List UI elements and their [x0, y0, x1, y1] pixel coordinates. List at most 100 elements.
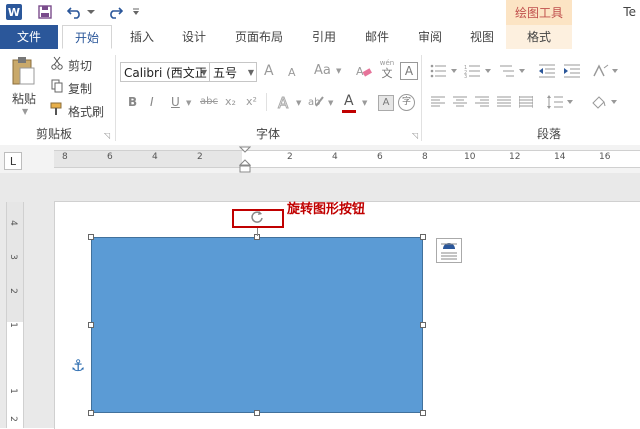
ruler-number: 2: [287, 152, 293, 162]
svg-text:A: A: [356, 65, 364, 78]
resize-handle-left[interactable]: [88, 322, 94, 328]
ruler-number: 4: [7, 220, 18, 226]
layout-options-button[interactable]: [436, 238, 462, 263]
ruler-number: 1: [7, 322, 18, 328]
justify-icon[interactable]: [496, 95, 512, 109]
paste-icon[interactable]: [8, 55, 38, 87]
tab-home[interactable]: 开始: [62, 25, 112, 49]
ruler-number: 1: [7, 388, 18, 394]
font-name-value: Calibri (西文正: [124, 66, 207, 80]
group-separator: [115, 55, 116, 141]
tab-selector[interactable]: L: [4, 152, 22, 170]
tab-file[interactable]: 文件: [0, 25, 58, 49]
align-left-icon[interactable]: [430, 95, 446, 109]
clear-formatting-icon[interactable]: A: [356, 63, 372, 79]
tab-review[interactable]: 审阅: [408, 25, 452, 49]
tab-references[interactable]: 引用: [302, 25, 346, 49]
bullets-icon[interactable]: [430, 63, 458, 79]
font-name-combo[interactable]: Calibri (西文正 ▼: [120, 62, 210, 82]
save-icon[interactable]: [36, 3, 54, 21]
line-spacing-icon[interactable]: [546, 93, 574, 111]
undo-icon[interactable]: [66, 3, 84, 21]
ruler-number: 8: [422, 152, 428, 162]
align-right-icon[interactable]: [474, 95, 490, 109]
ruler-number: 6: [377, 152, 383, 162]
highlight-dropdown-icon[interactable]: ▼: [328, 99, 333, 107]
undo-dropdown-icon[interactable]: [86, 3, 96, 21]
superscript-button[interactable]: x²: [246, 95, 257, 108]
chevron-down-icon: ▼: [200, 68, 207, 77]
cut-button[interactable]: 剪切: [68, 57, 92, 74]
resize-handle-bottom[interactable]: [254, 410, 260, 416]
underline-button[interactable]: U: [171, 95, 180, 109]
scissors-icon[interactable]: [50, 55, 64, 71]
font-color-dropdown-icon[interactable]: ▼: [362, 99, 367, 107]
text-effects-icon[interactable]: A: [276, 93, 294, 111]
font-color-button[interactable]: A: [344, 93, 354, 109]
paste-dropdown-icon[interactable]: ▼: [22, 107, 28, 116]
numbering-icon[interactable]: 123: [464, 63, 492, 79]
svg-text:3: 3: [464, 74, 467, 78]
font-color-swatch: [342, 110, 356, 113]
tab-mailings[interactable]: 邮件: [355, 25, 399, 49]
tab-design[interactable]: 设计: [172, 25, 216, 49]
highlight-icon[interactable]: ab: [308, 93, 326, 111]
shrink-font-icon[interactable]: A: [288, 66, 296, 79]
ruler-number: 4: [152, 152, 158, 162]
distributed-icon[interactable]: [518, 95, 534, 109]
ruler-number: 14: [554, 152, 566, 162]
group-separator: [266, 93, 267, 111]
layout-options-icon: [441, 243, 457, 260]
italic-button[interactable]: I: [150, 95, 154, 109]
copy-button[interactable]: 复制: [68, 80, 92, 97]
resize-handle-bottom-right[interactable]: [420, 410, 426, 416]
grow-font-icon[interactable]: A: [264, 63, 274, 79]
rectangle-shape[interactable]: [91, 237, 423, 413]
resize-handle-top-left[interactable]: [88, 234, 94, 240]
copy-icon[interactable]: [50, 78, 64, 94]
ruler-number: 12: [509, 152, 521, 162]
group-separator: [421, 55, 422, 141]
font-dialog-launcher-icon[interactable]: ◹: [412, 131, 418, 140]
character-shading-icon[interactable]: A: [378, 95, 394, 111]
clipboard-dialog-launcher-icon[interactable]: ◹: [104, 131, 110, 140]
underline-dropdown-icon[interactable]: ▼: [186, 99, 191, 107]
format-painter-icon[interactable]: [50, 101, 64, 117]
increase-indent-icon[interactable]: [563, 63, 581, 79]
customize-toolbar-icon[interactable]: [130, 3, 142, 21]
shading-icon[interactable]: [590, 93, 618, 111]
align-center-icon[interactable]: [452, 95, 468, 109]
ruler-number: 4: [332, 152, 338, 162]
ruler-number: 8: [62, 152, 68, 162]
resize-handle-bottom-left[interactable]: [88, 410, 94, 416]
redo-icon[interactable]: [106, 3, 124, 21]
strikethrough-button[interactable]: abc: [200, 96, 218, 107]
tab-format[interactable]: 格式: [506, 25, 572, 49]
tab-page-layout[interactable]: 页面布局: [226, 25, 292, 49]
resize-handle-top-right[interactable]: [420, 234, 426, 240]
tab-view[interactable]: 视图: [460, 25, 504, 49]
phonetic-guide-icon[interactable]: wén 文: [377, 59, 397, 81]
enclose-characters-icon[interactable]: 字: [398, 94, 415, 111]
clipboard-group-label: 剪贴板: [35, 127, 72, 141]
tab-insert[interactable]: 插入: [120, 25, 164, 49]
change-case-dropdown-icon[interactable]: ▼: [336, 67, 341, 75]
ruler-number: 10: [464, 152, 476, 162]
phonetic-bottom: 文: [381, 67, 393, 80]
font-group-label: 字体: [255, 127, 280, 141]
resize-handle-right[interactable]: [420, 322, 426, 328]
subscript-button[interactable]: x₂: [225, 95, 236, 108]
font-size-combo[interactable]: 五号 ▼: [209, 62, 257, 82]
rotate-callout-label: 旋转图形按钮: [287, 202, 366, 217]
decrease-indent-icon[interactable]: [538, 63, 556, 79]
text-effects-dropdown-icon[interactable]: ▼: [296, 99, 301, 107]
paste-button[interactable]: 粘贴: [12, 90, 36, 107]
format-painter-button[interactable]: 格式刷: [68, 103, 104, 120]
multilevel-list-icon[interactable]: [498, 63, 526, 79]
bold-button[interactable]: B: [128, 95, 137, 109]
change-case-icon[interactable]: Aa: [314, 63, 331, 78]
chinese-layout-icon[interactable]: [592, 63, 620, 79]
ruler-left-margin: [54, 151, 242, 167]
word-app-icon[interactable]: W: [6, 4, 22, 20]
character-border-icon[interactable]: A: [400, 62, 418, 80]
